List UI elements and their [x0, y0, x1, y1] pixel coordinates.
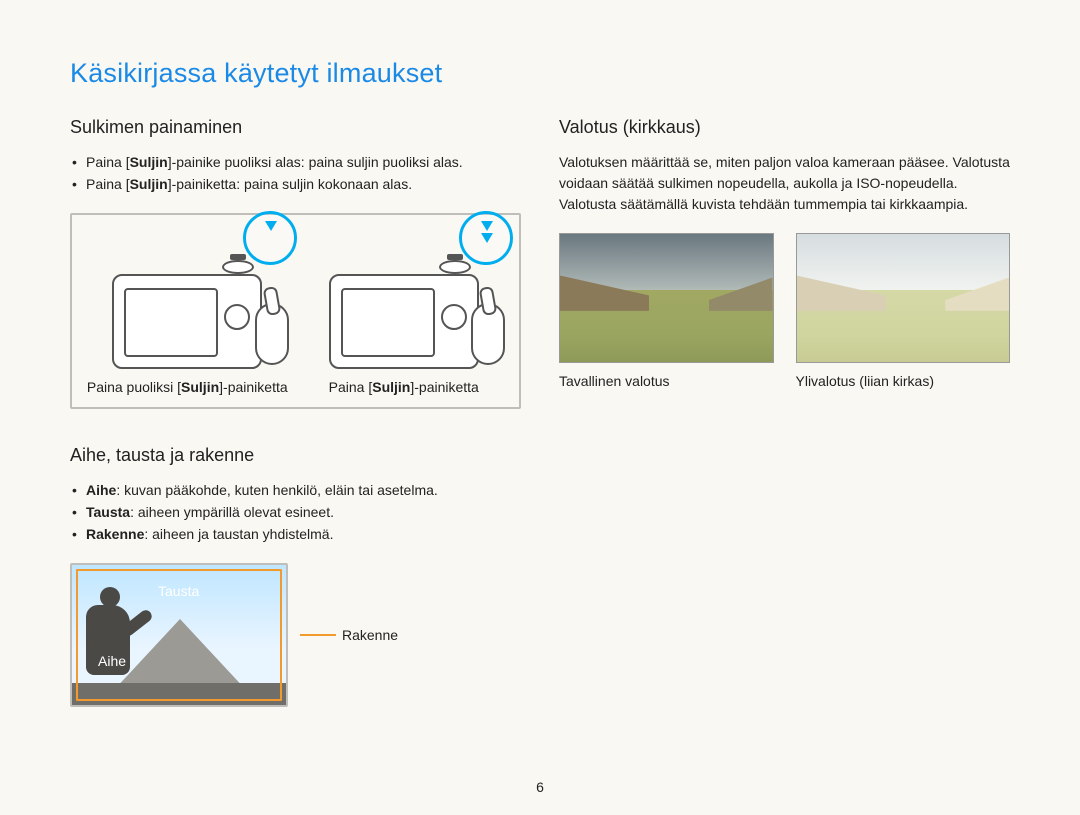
composition-illustration: Tausta Aihe — [70, 563, 288, 707]
composition-heading: Aihe, tausta ja rakenne — [70, 445, 521, 466]
right-column: Valotus (kirkkaus) Valotuksen määrittää … — [559, 117, 1010, 707]
caption-half-press: Paina puoliksi [Suljin]-painiketta — [84, 379, 291, 395]
composition-item: Aihe: kuvan pääkohde, kuten henkilö, elä… — [72, 480, 521, 502]
photo-overexposure — [796, 233, 1011, 363]
photo-normal-exposure — [559, 233, 774, 363]
composition-list: Aihe: kuvan pääkohde, kuten henkilö, elä… — [70, 480, 521, 545]
exposure-body: Valotuksen määrittää se, miten paljon va… — [559, 152, 1010, 215]
page-number: 6 — [0, 779, 1080, 795]
shutter-heading: Sulkimen painaminen — [70, 117, 521, 138]
camera-full-press-illustration — [301, 229, 508, 369]
caption-overexposure: Ylivalotus (liian kirkas) — [796, 373, 1011, 389]
arrow-down-icon — [481, 233, 493, 243]
shutter-list: Paina [Suljin]-painike puoliksi alas: pa… — [70, 152, 521, 195]
caption-full-press: Paina [Suljin]-painiketta — [301, 379, 508, 395]
arrow-down-icon — [481, 221, 493, 231]
shutter-item: Paina [Suljin]-painiketta: paina suljin … — [72, 174, 521, 196]
label-tausta: Tausta — [158, 583, 199, 599]
label-rakenne-callout: Rakenne — [300, 627, 398, 643]
page-title: Käsikirjassa käytetyt ilmaukset — [70, 58, 1010, 89]
composition-item: Tausta: aiheen ympärillä olevat esineet. — [72, 502, 521, 524]
label-aihe: Aihe — [98, 653, 126, 669]
left-column: Sulkimen painaminen Paina [Suljin]-paini… — [70, 117, 521, 707]
arrow-down-icon — [265, 221, 277, 231]
composition-item: Rakenne: aiheen ja taustan yhdistelmä. — [72, 524, 521, 546]
shutter-item: Paina [Suljin]-painike puoliksi alas: pa… — [72, 152, 521, 174]
shutter-illustration-box: Paina puoliksi [Suljin]-painiketta — [70, 213, 521, 409]
caption-normal-exposure: Tavallinen valotus — [559, 373, 774, 389]
camera-half-press-illustration — [84, 229, 291, 369]
exposure-heading: Valotus (kirkkaus) — [559, 117, 1010, 138]
